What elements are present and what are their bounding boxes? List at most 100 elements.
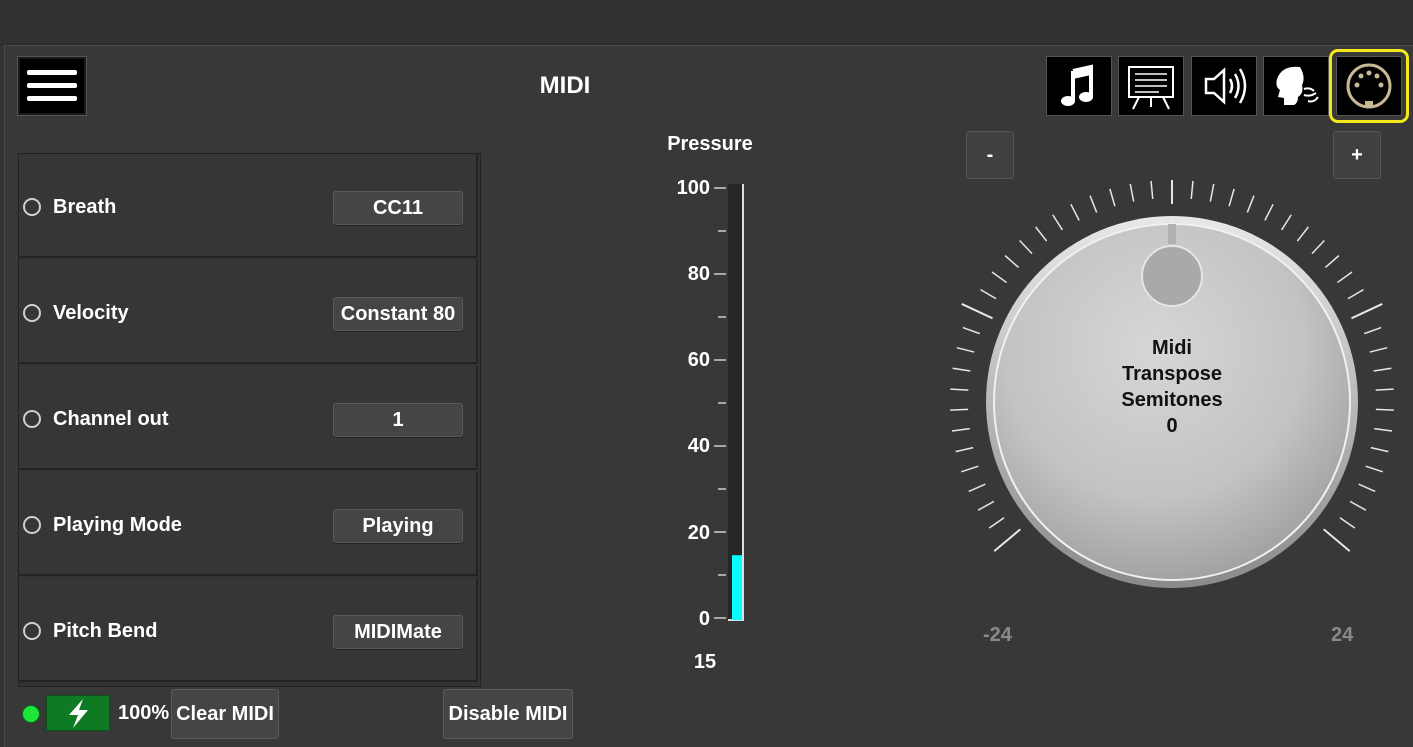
pressure-fill	[732, 555, 742, 620]
dial-tick-mark	[1351, 303, 1383, 320]
transpose-plus-button[interactable]: +	[1333, 131, 1381, 179]
pressure-tick-0: 0	[698, 608, 710, 630]
dial-tick-mark	[1375, 408, 1394, 411]
pressure-tick-100: 100	[676, 177, 710, 199]
pressure-tick-60: 60	[687, 349, 710, 371]
dial-tick-mark	[1349, 500, 1367, 511]
param-row-breath: Breath CC11	[19, 154, 478, 258]
dial-tick-mark	[1228, 188, 1235, 207]
tab-sheet-music[interactable]	[1118, 56, 1184, 116]
dial-tick-mark	[1363, 326, 1382, 335]
playing-mode-value-button[interactable]: Playing	[333, 509, 463, 543]
dial-tick-mark	[1358, 483, 1376, 493]
param-row-playing-mode: Playing Mode Playing	[19, 472, 478, 576]
transpose-min-label: -24	[983, 624, 1012, 646]
dial-tick-mark	[1323, 528, 1351, 552]
dial-tick-mark	[952, 367, 971, 372]
dial-tick-mark	[1034, 226, 1048, 242]
tab-volume[interactable]	[1191, 56, 1257, 116]
transpose-line-transpose: Transpose	[1121, 363, 1223, 385]
dial-tick-mark	[1370, 446, 1389, 453]
dial-tick-mark	[1373, 367, 1392, 372]
dial-tick-mark	[1129, 183, 1135, 202]
breath-radio[interactable]	[23, 198, 41, 216]
transpose-minus-button[interactable]: -	[966, 131, 1014, 179]
battery-percentage: 100%	[118, 702, 170, 724]
velocity-value-button[interactable]: Constant 80	[333, 297, 463, 331]
channel-out-label: Channel out	[53, 408, 169, 430]
dial-tick-mark	[1296, 226, 1310, 242]
playing-mode-radio[interactable]	[23, 516, 41, 534]
dial-tick-mark	[980, 288, 997, 300]
dial-tick-mark	[977, 500, 995, 511]
dial-tick-mark	[1109, 188, 1116, 207]
battery-indicator	[46, 695, 110, 731]
music-note-icon	[1061, 64, 1093, 106]
pressure-ticks	[714, 187, 726, 619]
channel-out-radio[interactable]	[23, 410, 41, 428]
dial-tick-mark	[961, 303, 993, 320]
top-bar	[0, 0, 1413, 45]
velocity-radio[interactable]	[23, 304, 41, 322]
tab-music[interactable]	[1046, 56, 1112, 116]
transpose-value: 0	[1166, 415, 1178, 437]
pitch-bend-label: Pitch Bend	[53, 620, 158, 642]
dial-tick-mark	[950, 388, 969, 391]
dial-tick-mark	[968, 483, 986, 493]
breath-value-button[interactable]: CC11	[333, 191, 463, 225]
transpose-label: Midi Transpose Semitones 0	[1072, 335, 1272, 439]
dial-tick-mark	[1089, 195, 1098, 213]
dial-tick-mark	[1150, 180, 1154, 199]
dial-tick-mark	[988, 517, 1005, 529]
dial-tick-mark	[956, 346, 975, 353]
pitch-bend-value-button[interactable]: MIDIMate	[333, 615, 463, 649]
dial-tick-mark	[1209, 183, 1215, 202]
transpose-max-label: 24	[1331, 624, 1354, 646]
playing-mode-label: Playing Mode	[53, 514, 182, 536]
dial-tick-mark	[962, 326, 981, 335]
dial-tick-mark	[951, 427, 970, 432]
velocity-label: Velocity	[53, 302, 129, 324]
dial-tick-mark	[1339, 517, 1356, 529]
clear-midi-button[interactable]: Clear MIDI	[171, 689, 279, 739]
param-row-velocity: Velocity Constant 80	[19, 260, 478, 364]
dial-tick-mark	[1280, 214, 1292, 231]
dial-tick-mark	[1264, 204, 1274, 221]
dial-tick-mark	[1052, 214, 1064, 231]
dial-tick-mark	[1374, 427, 1393, 432]
param-row-channel-out: Channel out 1	[19, 366, 478, 470]
breath-label: Breath	[53, 196, 117, 218]
disable-midi-button[interactable]: Disable MIDI	[443, 689, 573, 739]
speaker-volume-icon	[1204, 67, 1247, 105]
connection-status-led	[22, 705, 40, 723]
pressure-value: 15	[693, 651, 717, 673]
transpose-line-semitones: Semitones	[1121, 389, 1223, 411]
sheet-music-stand-icon	[1128, 66, 1174, 110]
dial-tick-mark	[1070, 204, 1080, 221]
pitch-bend-radio[interactable]	[23, 622, 41, 640]
dial-tick-mark	[993, 528, 1021, 552]
channel-out-value-button[interactable]: 1	[333, 403, 463, 437]
tab-midi[interactable]	[1329, 49, 1409, 123]
dial-tick-mark	[1324, 255, 1340, 269]
pressure-title: Pressure	[667, 133, 753, 155]
midi-din-connector-icon	[1346, 63, 1392, 109]
dial-tick-mark	[1190, 180, 1194, 199]
midi-params-list: Breath CC11 Velocity Constant 80 Channel…	[18, 153, 481, 687]
dial-tick-mark	[1336, 271, 1353, 284]
dial-tick-mark	[1311, 240, 1325, 255]
dial-tick-mark	[1369, 346, 1388, 353]
dial-tick-mark	[1365, 465, 1383, 473]
dial-tick-mark	[1004, 255, 1020, 269]
menu-button[interactable]	[17, 56, 87, 116]
pressure-tick-20: 20	[687, 522, 710, 544]
dial-tick-mark	[961, 465, 979, 473]
dial-tick-mark	[1347, 288, 1364, 300]
dial-tick-mark	[991, 271, 1008, 284]
pressure-track	[728, 184, 744, 620]
dial-tick-mark	[1019, 240, 1033, 255]
pressure-tick-40: 40	[687, 435, 710, 457]
tab-breath[interactable]	[1263, 56, 1329, 116]
knob-indicator	[1141, 245, 1203, 307]
page-title: MIDI	[539, 72, 591, 99]
